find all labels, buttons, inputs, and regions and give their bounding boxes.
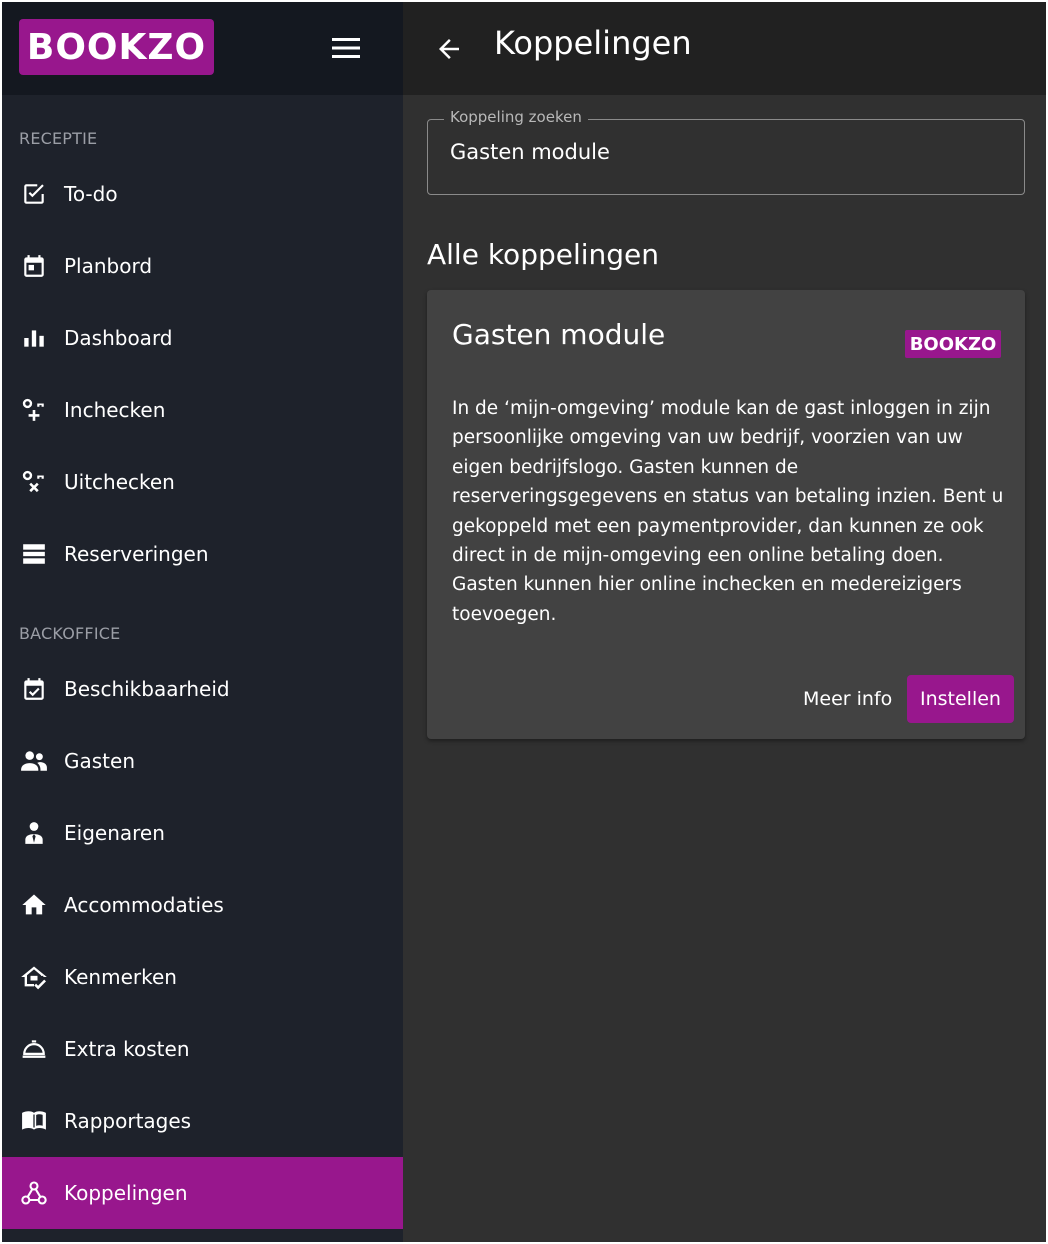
calendar-check-icon — [20, 675, 48, 703]
sidebar-item-todo[interactable]: To-do — [2, 158, 403, 230]
app-window: BOOKZO RECEPTIE To-do Planbord Dashboard — [2, 2, 1046, 1242]
sidebar-item-koppelingen[interactable]: Koppelingen — [2, 1157, 403, 1229]
sidebar-item-label: Extra kosten — [64, 1037, 190, 1061]
search-field[interactable]: Koppeling zoeken — [427, 108, 1025, 195]
sidebar-item-label: Uitchecken — [64, 470, 175, 494]
key-minus-icon — [20, 468, 48, 496]
room-service-icon — [20, 1035, 48, 1063]
home-icon — [20, 891, 48, 919]
sidebar-item-uitchecken[interactable]: Uitchecken — [2, 446, 403, 518]
hamburger-menu-icon[interactable] — [328, 32, 364, 64]
section-heading: Alle koppelingen — [427, 238, 660, 271]
sidebar-item-gasten[interactable]: Gasten — [2, 725, 403, 797]
sidebar-item-beschikbaarheid[interactable]: Beschikbaarheid — [2, 653, 403, 725]
key-plus-icon — [20, 396, 48, 424]
bookzo-logo[interactable]: BOOKZO — [19, 19, 214, 75]
more-info-button[interactable]: Meer info — [797, 675, 898, 723]
book-icon — [20, 1107, 48, 1135]
sidebar-item-label: Inchecken — [64, 398, 166, 422]
people-icon — [20, 747, 48, 775]
sidebar-item-inchecken[interactable]: Inchecken — [2, 374, 403, 446]
sidebar-item-label: Rapportages — [64, 1109, 192, 1133]
sidebar-item-extra-kosten[interactable]: Extra kosten — [2, 1013, 403, 1085]
bar-chart-icon — [20, 324, 48, 352]
webhook-icon — [20, 1179, 48, 1207]
section-label-backoffice: BACKOFFICE — [19, 624, 121, 643]
sidebar-item-kenmerken[interactable]: Kenmerken — [2, 941, 403, 1013]
sidebar-item-planbord[interactable]: Planbord — [2, 230, 403, 302]
card-title: Gasten module — [452, 318, 666, 351]
sidebar-item-label: Kenmerken — [64, 965, 177, 989]
home-check-icon — [20, 963, 48, 991]
sidebar-item-label: Planbord — [64, 254, 153, 278]
search-field-label: Koppeling zoeken — [444, 108, 588, 126]
arrow-left-icon[interactable] — [429, 29, 469, 69]
sidebar-item-label: Accommodaties — [64, 893, 224, 917]
sidebar-header: BOOKZO — [2, 2, 403, 95]
sidebar-item-dashboard[interactable]: Dashboard — [2, 302, 403, 374]
sidebar-item-rapportages[interactable]: Rapportages — [2, 1085, 403, 1157]
card-description: In de ‘mijn-omgeving’ module kan de gast… — [452, 398, 1004, 625]
sidebar: BOOKZO RECEPTIE To-do Planbord Dashboard — [2, 2, 403, 1242]
sidebar-item-accommodaties[interactable]: Accommodaties — [2, 869, 403, 941]
checkbox-icon — [20, 180, 48, 208]
sidebar-item-label: To-do — [64, 182, 118, 206]
sidebar-item-eigenaren[interactable]: Eigenaren — [2, 797, 403, 869]
setup-button[interactable]: Instellen — [907, 675, 1014, 723]
main-content: Koppelingen Koppeling zoeken Alle koppel… — [403, 2, 1046, 1242]
person-tie-icon — [20, 819, 48, 847]
sidebar-item-label: Gasten — [64, 749, 135, 773]
calendar-icon — [20, 252, 48, 280]
integration-card: Gasten module BOOKZO In de ‘mijn-omgevin… — [427, 290, 1025, 739]
sidebar-item-label: Koppelingen — [64, 1181, 188, 1205]
page-title: Koppelingen — [494, 24, 692, 62]
top-bar: Koppelingen — [403, 2, 1046, 95]
section-label-receptie: RECEPTIE — [19, 129, 98, 148]
list-icon — [20, 540, 48, 568]
sidebar-item-reserveringen[interactable]: Reserveringen — [2, 518, 403, 590]
sidebar-item-label: Eigenaren — [64, 821, 165, 845]
sidebar-item-label: Dashboard — [64, 326, 173, 350]
search-input[interactable] — [450, 140, 990, 164]
sidebar-item-label: Beschikbaarheid — [64, 677, 230, 701]
sidebar-item-label: Reserveringen — [64, 542, 209, 566]
card-logo: BOOKZO — [905, 330, 1001, 358]
